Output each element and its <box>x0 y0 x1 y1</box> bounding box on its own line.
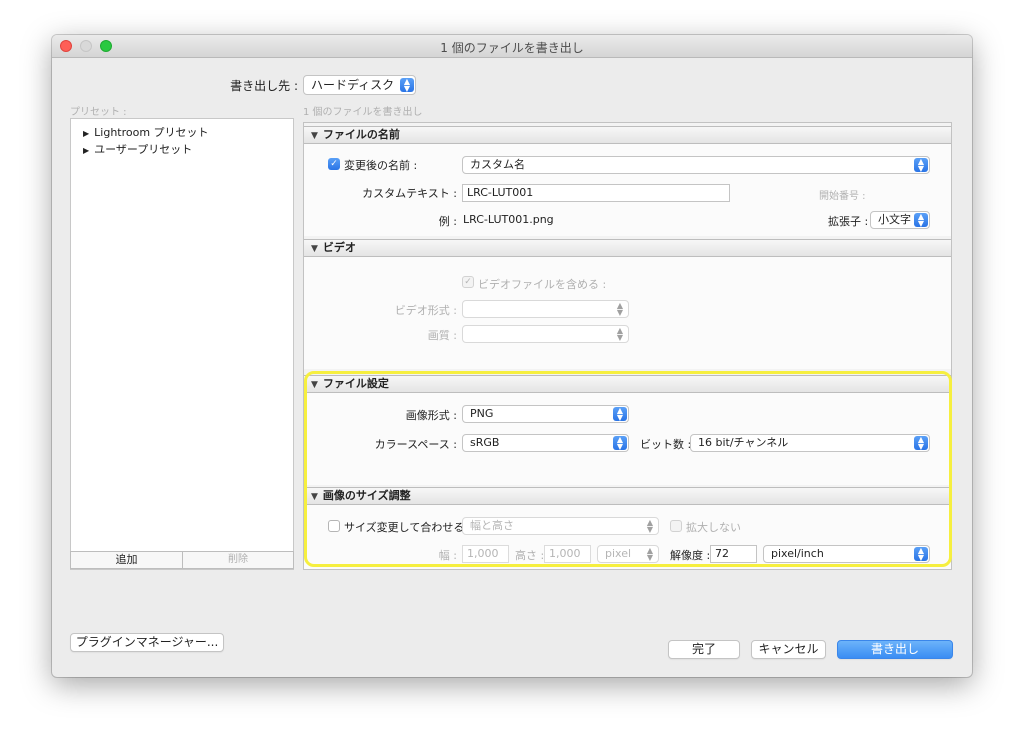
chevron-updown-icon: ▲ ▼ <box>613 436 627 451</box>
size-unit-value: pixel <box>605 547 632 560</box>
image-format-select[interactable]: PNG ▲ ▼ <box>462 405 629 423</box>
main-subtitle: 1 個のファイルを書き出し <box>303 107 423 118</box>
resolution-unit-select[interactable]: pixel/inch ▲ ▼ <box>763 545 930 563</box>
section-title: ファイル設定 <box>322 377 389 390</box>
example-label: 例 : <box>438 215 457 228</box>
section-header-video[interactable]: ▼ ビデオ <box>304 239 951 257</box>
extension-label: 拡張子 : <box>828 215 869 228</box>
resize-to-fit-checkbox[interactable] <box>328 520 340 532</box>
export-button[interactable]: 書き出し <box>837 640 953 659</box>
preset-folder-lightroom[interactable]: ▶ Lightroom プリセット <box>83 124 209 140</box>
chevron-updown-icon: ▲ ▼ <box>914 436 928 451</box>
chevron-updown-icon: ▲ ▼ <box>616 326 624 342</box>
rename-label: 変更後の名前 : <box>344 159 418 172</box>
include-video-label: ビデオファイルを含める : <box>478 278 607 291</box>
chevron-updown-icon: ▲ ▼ <box>616 301 624 317</box>
dont-enlarge-checkbox[interactable] <box>670 520 682 532</box>
video-body: ✓ ビデオファイルを含める : ビデオ形式 : ▲ ▼ 画質 : ▲ ▼ <box>304 257 951 369</box>
extension-case-value: 小文字 <box>878 213 911 226</box>
presets-header: プリセット : <box>70 107 127 118</box>
export-to-label: 書き出し先 : <box>230 79 298 93</box>
width-label: 幅 : <box>438 549 457 562</box>
collapse-triangle-icon: ▼ <box>311 244 318 254</box>
preset-folder-label: ユーザープリセット <box>94 143 193 156</box>
title-bar: 1 個のファイルを書き出し <box>52 35 972 58</box>
section-title: ファイルの名前 <box>322 128 400 141</box>
resolution-unit-value: pixel/inch <box>771 547 824 560</box>
disclosure-triangle-icon: ▶ <box>83 146 90 155</box>
resize-mode-value: 幅と高さ <box>470 519 514 532</box>
preset-buttons: 追加 削除 <box>70 551 294 569</box>
bit-depth-select[interactable]: 16 bit/チャンネル ▲ ▼ <box>690 434 930 452</box>
color-space-label: カラースペース : <box>374 438 457 451</box>
section-title: 画像のサイズ調整 <box>322 489 411 502</box>
color-space-select[interactable]: sRGB ▲ ▼ <box>462 434 629 452</box>
section-header-image-sizing[interactable]: ▼ 画像のサイズ調整 <box>304 487 951 505</box>
start-number-label: 開始番号 : <box>819 191 866 202</box>
remove-preset-button[interactable]: 削除 <box>183 552 293 568</box>
chevron-updown-icon: ▲ ▼ <box>646 518 654 534</box>
collapse-triangle-icon: ▼ <box>311 131 318 141</box>
export-to-select[interactable]: ハードディスク ▲ ▼ <box>303 75 416 95</box>
rename-template-value: カスタム名 <box>470 158 525 171</box>
settings-panel: ▼ ファイルの名前 ✓ 変更後の名前 : カスタム名 ▲ ▼ カスタムテキスト : … <box>303 122 952 570</box>
window-title: 1 個のファイルを書き出し <box>440 41 584 55</box>
resolution-label: 解像度 : <box>670 549 711 562</box>
preset-folder-label: Lightroom プリセット <box>94 126 209 139</box>
video-quality-select[interactable]: ▲ ▼ <box>462 325 629 343</box>
image-format-value: PNG <box>470 407 494 420</box>
disclosure-triangle-icon: ▶ <box>83 129 90 138</box>
height-field[interactable]: 1,000 <box>544 545 591 563</box>
custom-text-field[interactable]: LRC-LUT001 <box>462 184 730 202</box>
bit-depth-label: ビット数 : <box>640 438 692 451</box>
chevron-updown-icon: ▲ ▼ <box>613 407 627 422</box>
collapse-triangle-icon: ▼ <box>311 492 318 502</box>
cancel-button[interactable]: キャンセル <box>751 640 826 659</box>
file-settings-body: 画像形式 : PNG ▲ ▼ カラースペース : sRGB ▲ ▼ ビット数 : 1… <box>304 393 951 485</box>
chevron-updown-icon: ▲ ▼ <box>914 158 928 173</box>
collapse-triangle-icon: ▼ <box>311 380 318 390</box>
resize-mode-select[interactable]: 幅と高さ ▲ ▼ <box>462 517 659 535</box>
image-format-label: 画像形式 : <box>405 409 457 422</box>
resolution-field[interactable]: 72 <box>710 545 757 563</box>
example-filename: LRC-LUT001.png <box>463 213 554 226</box>
bit-depth-value: 16 bit/チャンネル <box>698 436 789 449</box>
resize-to-fit-label: サイズ変更して合わせる : <box>344 521 472 534</box>
export-dialog: 1 個のファイルを書き出し 書き出し先 : ハードディスク ▲ ▼ プリセット :… <box>52 35 972 677</box>
add-preset-button[interactable]: 追加 <box>71 552 183 568</box>
preset-list: ▶ Lightroom プリセット ▶ ユーザープリセット <box>70 118 294 570</box>
file-naming-body: ✓ 変更後の名前 : カスタム名 ▲ ▼ カスタムテキスト : LRC-LUT00… <box>304 144 951 236</box>
height-label: 高さ : <box>515 549 545 562</box>
chevron-updown-icon: ▲ ▼ <box>914 213 928 228</box>
dont-enlarge-label: 拡大しない <box>686 521 741 534</box>
video-format-select[interactable]: ▲ ▼ <box>462 300 629 318</box>
export-to-value: ハードディスク <box>311 78 395 92</box>
color-space-value: sRGB <box>470 436 500 449</box>
video-quality-label: 画質 : <box>427 329 457 342</box>
size-unit-select[interactable]: pixel ▲ ▼ <box>597 545 659 563</box>
rename-template-select[interactable]: カスタム名 ▲ ▼ <box>462 156 930 174</box>
section-header-file-naming[interactable]: ▼ ファイルの名前 <box>304 126 951 144</box>
section-header-file-settings[interactable]: ▼ ファイル設定 <box>304 375 951 393</box>
image-sizing-body: サイズ変更して合わせる : 幅と高さ ▲ ▼ 拡大しない 幅 : 1,000 高さ… <box>304 505 951 569</box>
extension-case-select[interactable]: 小文字 ▲ ▼ <box>870 211 930 229</box>
chevron-updown-icon: ▲ ▼ <box>400 78 414 93</box>
section-title: ビデオ <box>322 241 356 254</box>
plugin-manager-button[interactable]: プラグインマネージャー... <box>70 633 224 652</box>
width-field[interactable]: 1,000 <box>462 545 509 563</box>
chevron-updown-icon: ▲ ▼ <box>914 547 928 562</box>
video-format-label: ビデオ形式 : <box>394 304 457 317</box>
chevron-updown-icon: ▲ ▼ <box>646 546 654 562</box>
include-video-checkbox[interactable]: ✓ <box>462 276 474 288</box>
done-button[interactable]: 完了 <box>668 640 740 659</box>
rename-checkbox[interactable]: ✓ <box>328 158 340 170</box>
custom-text-label: カスタムテキスト : <box>362 187 457 200</box>
preset-folder-user[interactable]: ▶ ユーザープリセット <box>83 141 192 157</box>
